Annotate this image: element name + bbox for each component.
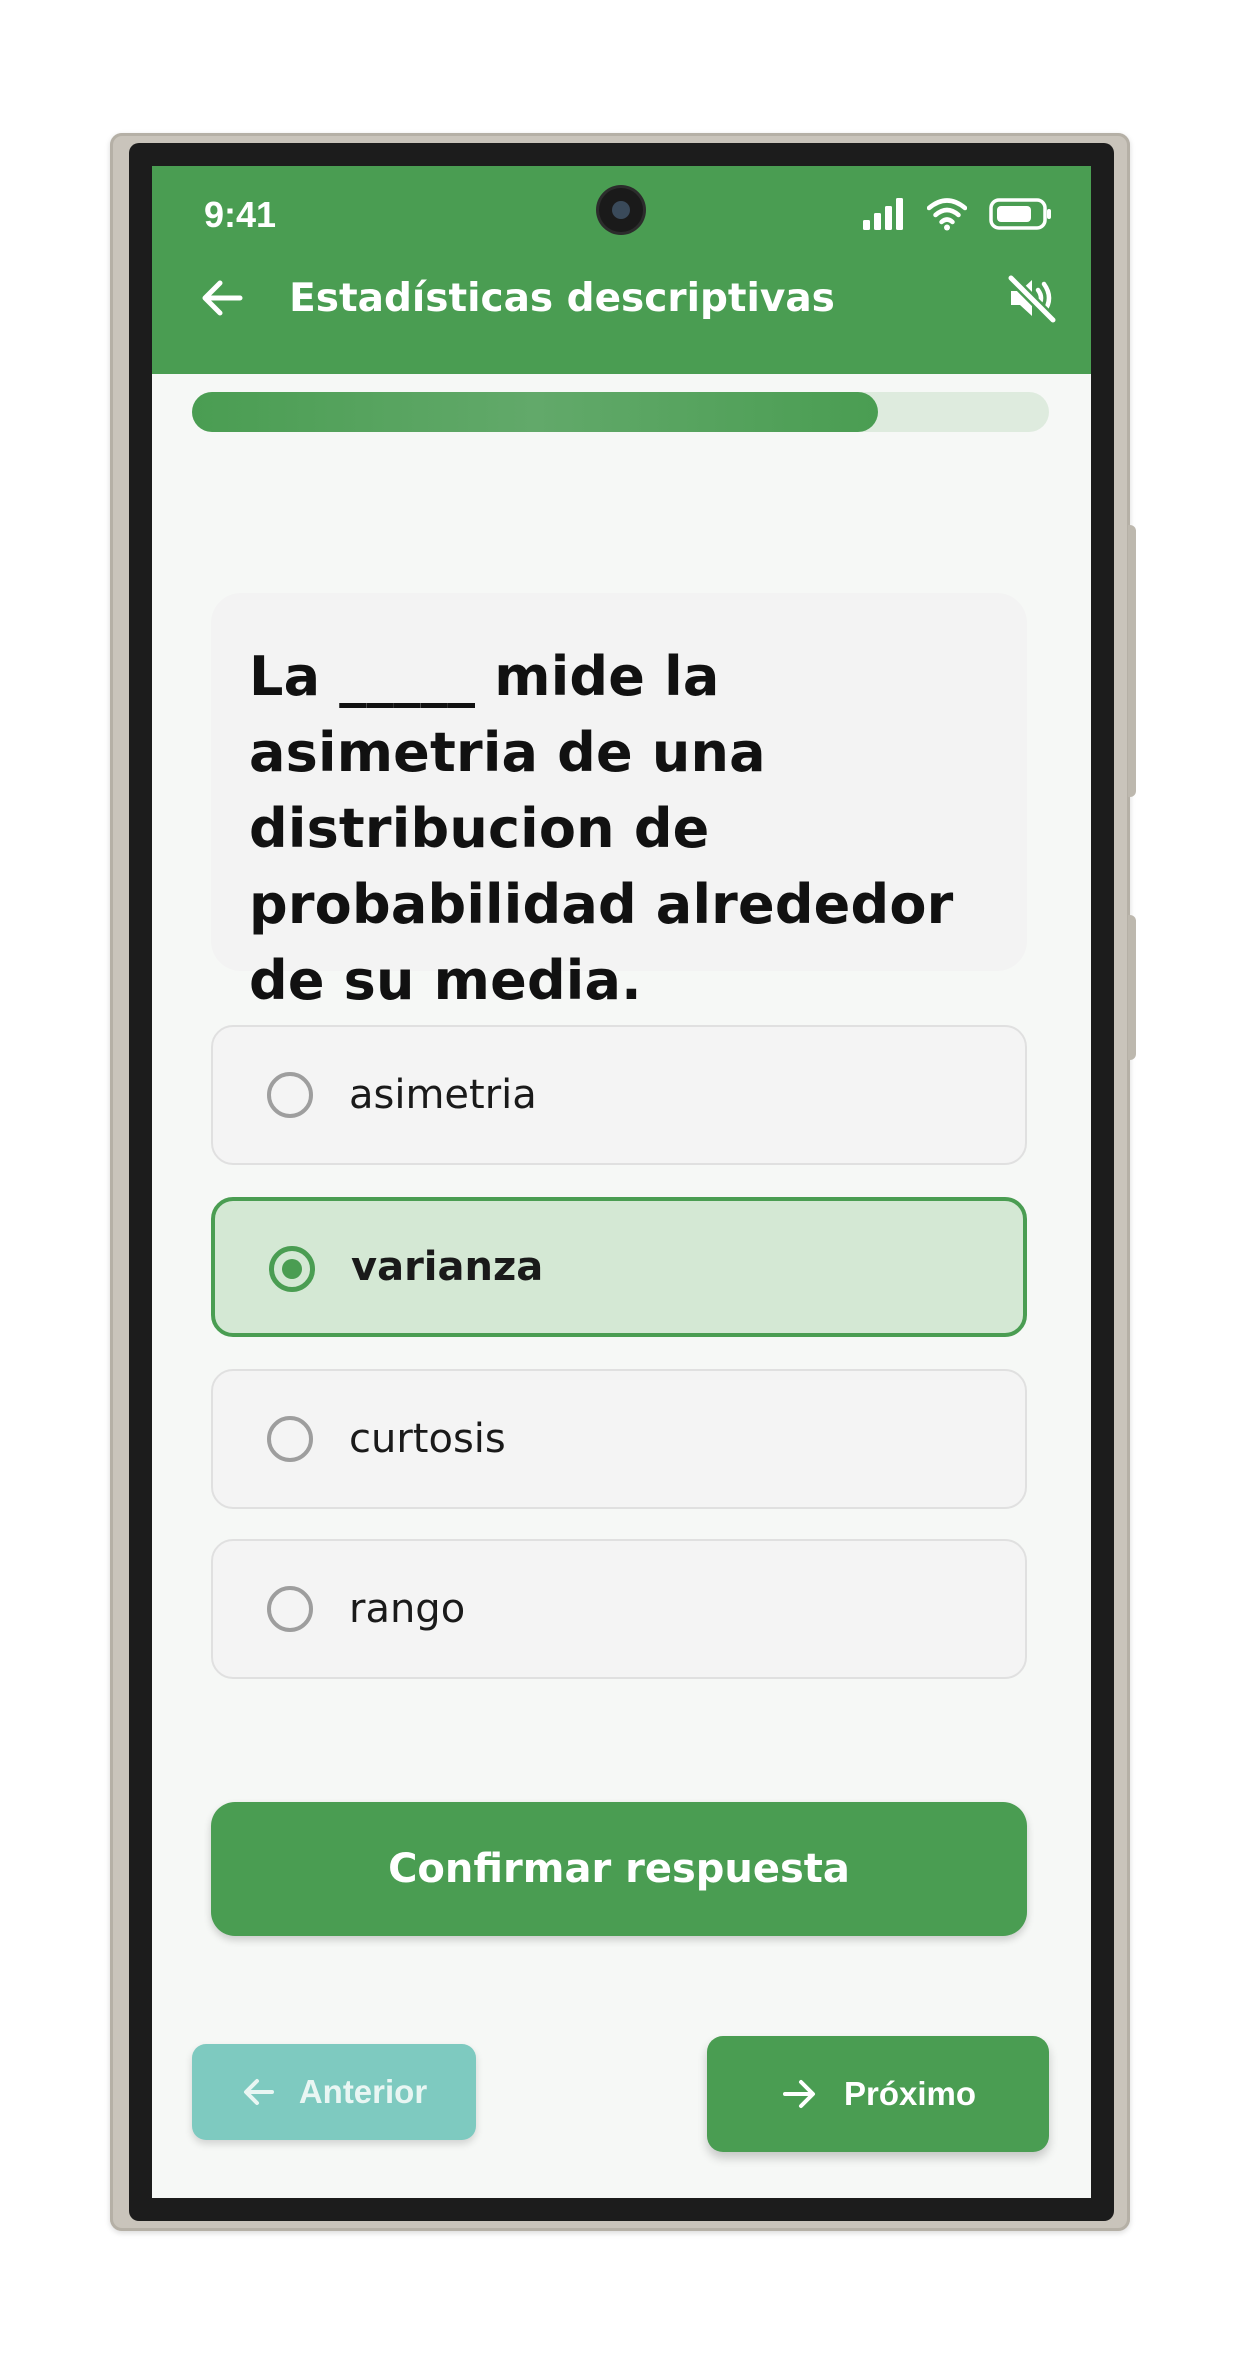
device-side-button-power <box>1128 525 1136 797</box>
battery-icon <box>989 198 1053 230</box>
volume-mute-icon <box>1003 270 1059 326</box>
option-asimetria[interactable]: asimetria <box>211 1025 1027 1165</box>
radio-button[interactable] <box>267 1586 313 1632</box>
arrow-left-icon <box>241 2074 277 2110</box>
progress-bar <box>192 392 1049 432</box>
radio-button[interactable] <box>269 1246 315 1292</box>
page-title: Estadísticas descriptivas <box>289 276 835 321</box>
status-time: 9:41 <box>204 194 277 235</box>
wifi-icon <box>927 197 967 231</box>
device-side-button-volume <box>1128 915 1136 1060</box>
front-camera <box>599 188 643 232</box>
signal-icon <box>861 196 905 232</box>
app-header: 9:41 Estadísticas descriptivas <box>152 166 1091 374</box>
option-label: rango <box>349 1586 466 1632</box>
option-curtosis[interactable]: curtosis <box>211 1369 1027 1509</box>
next-button[interactable]: Próximo <box>707 2036 1049 2152</box>
app-screen: 9:41 Estadísticas descriptivas La _____ … <box>152 166 1091 2198</box>
option-rango[interactable]: rango <box>211 1539 1027 1679</box>
option-label: curtosis <box>349 1416 506 1462</box>
question-card: La _____ mide la asimetria de una distri… <box>211 593 1027 1012</box>
arrow-right-icon <box>780 2075 818 2113</box>
page: 9:41 Estadísticas descriptivas La _____ … <box>0 0 1245 2359</box>
status-icons <box>861 196 1053 232</box>
progress-bar-fill <box>192 392 878 432</box>
radio-button[interactable] <box>267 1416 313 1462</box>
next-button-label: Próximo <box>843 2075 977 2112</box>
previous-button[interactable]: Anterior <box>192 2044 476 2140</box>
confirm-answer-button[interactable]: Confirmar respuesta <box>211 1802 1027 1936</box>
question-text: La _____ mide la asimetria de una distri… <box>249 645 954 1012</box>
option-varianza[interactable]: varianza <box>211 1197 1027 1337</box>
radio-button[interactable] <box>267 1072 313 1118</box>
mute-button[interactable] <box>1003 270 1059 326</box>
option-label: asimetria <box>349 1072 537 1118</box>
previous-button-label: Anterior <box>298 2073 428 2110</box>
option-label: varianza <box>351 1244 544 1290</box>
